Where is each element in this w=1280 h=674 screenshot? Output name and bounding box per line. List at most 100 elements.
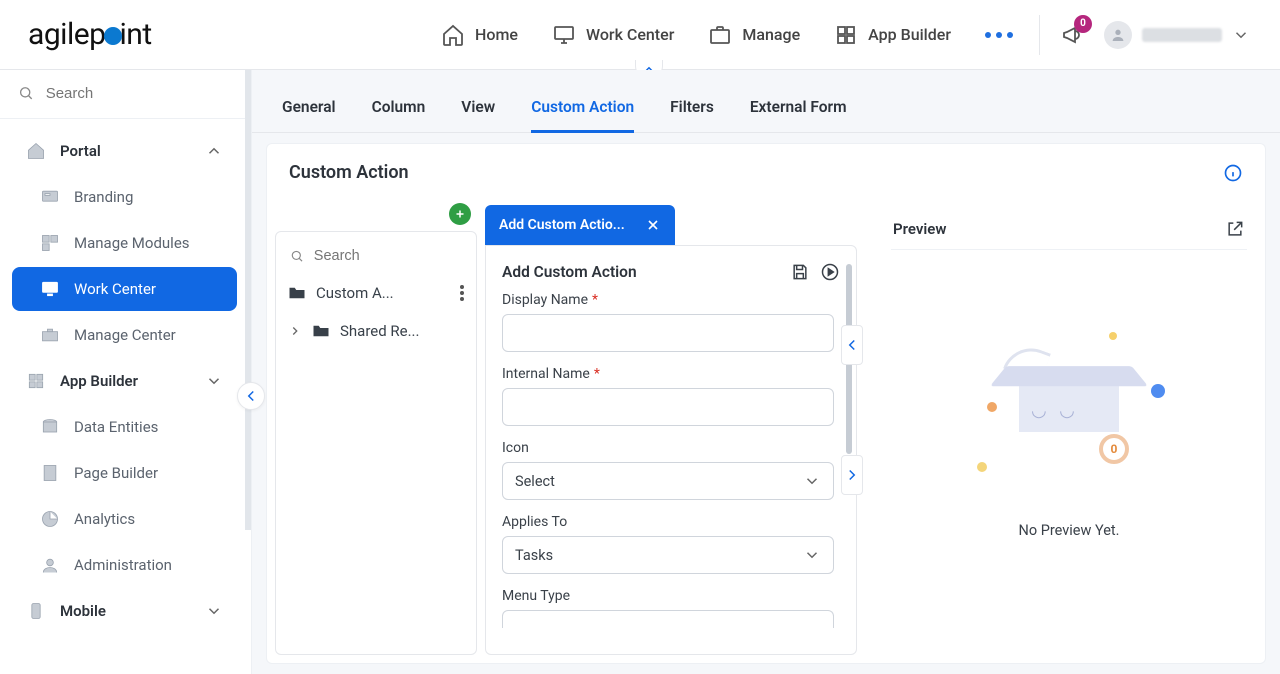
sidebar-search-input[interactable]: [46, 85, 233, 102]
user-name: [1142, 28, 1222, 42]
preview-panel: Preview ◡ ◡ 0 No Preview Yet.: [865, 205, 1257, 655]
sidebar-item-portal[interactable]: Portal: [12, 129, 237, 173]
sidebar-item-mobile[interactable]: Mobile: [12, 589, 237, 633]
display-name-input[interactable]: [502, 314, 834, 352]
tree-search-input[interactable]: [314, 248, 462, 264]
sidebar-item-label: Manage Center: [74, 326, 176, 344]
home-icon: [441, 23, 465, 47]
run-icon[interactable]: [820, 262, 840, 282]
plus-icon: [454, 208, 466, 220]
chevron-down-icon: [803, 472, 821, 490]
field-menu-type: Menu Type: [502, 588, 834, 628]
avatar: [1104, 21, 1132, 49]
sidebar-search[interactable]: [0, 70, 251, 119]
preview-empty-text: No Preview Yet.: [1019, 522, 1120, 539]
select-value: Select: [515, 473, 555, 490]
tab-external-form[interactable]: External Form: [750, 88, 847, 132]
sidebar-item-manage-modules[interactable]: Manage Modules: [12, 221, 237, 265]
top-nav: Home Work Center Manage App Builder: [441, 23, 1013, 47]
sidebar-item-label: Analytics: [74, 510, 135, 528]
sidebar-item-data-entities[interactable]: Data Entities: [12, 405, 237, 449]
chevron-down-icon: [1232, 26, 1250, 44]
tab-general[interactable]: General: [282, 88, 336, 132]
sidebar-scrollbar[interactable]: [245, 70, 251, 530]
field-icon: Icon Select: [502, 440, 834, 500]
tree-panel: Custom A... Shared Re...: [275, 205, 477, 655]
tree-node-custom-actions[interactable]: Custom A...: [284, 274, 468, 312]
field-label: Menu Type: [502, 588, 834, 604]
folder-icon: [312, 324, 330, 338]
nav-home-label: Home: [475, 25, 518, 44]
tab-custom-action[interactable]: Custom Action: [531, 88, 634, 133]
chevron-right-icon: [843, 466, 861, 484]
sidebar-item-administration[interactable]: Administration: [12, 543, 237, 587]
sidebar-item-label: Branding: [74, 188, 133, 206]
tree-node-shared-resources[interactable]: Shared Re...: [284, 312, 468, 350]
sidebar-item-manage-center[interactable]: Manage Center: [12, 313, 237, 357]
preview-body: ◡ ◡ 0 No Preview Yet.: [891, 250, 1247, 610]
tab-column[interactable]: Column: [372, 88, 426, 132]
sidebar-item-app-builder[interactable]: App Builder: [12, 359, 237, 403]
chevron-down-icon: [205, 372, 223, 390]
section-header: Custom Action: [266, 143, 1266, 197]
empty-illustration: ◡ ◡ 0: [959, 322, 1179, 502]
tab-filters[interactable]: Filters: [670, 88, 714, 132]
sidebar-item-page-builder[interactable]: Page Builder: [12, 451, 237, 495]
field-applies-to: Applies To Tasks: [502, 514, 834, 574]
save-icon[interactable]: [790, 262, 810, 282]
search-icon: [18, 84, 34, 102]
form-body: Display Name* Internal Name* Icon Select: [502, 292, 840, 628]
nav-app-builder[interactable]: App Builder: [834, 23, 951, 47]
chevron-right-icon: [288, 324, 302, 338]
icon-select[interactable]: Select: [502, 462, 834, 500]
search-icon: [290, 248, 304, 264]
menu-type-select[interactable]: [502, 610, 834, 628]
sidebar-item-work-center[interactable]: Work Center: [12, 267, 237, 311]
tab-view[interactable]: View: [461, 88, 495, 132]
notifications-button[interactable]: 0: [1060, 23, 1084, 47]
nav-manage[interactable]: Manage: [708, 23, 800, 47]
add-button[interactable]: [449, 203, 471, 225]
collapse-right-button[interactable]: [841, 455, 863, 495]
folder-icon: [288, 286, 306, 300]
tree-search[interactable]: [284, 242, 468, 274]
panel-handles: [841, 325, 863, 495]
home-outline-icon: [26, 141, 46, 161]
grid-icon: [26, 371, 46, 391]
nav-manage-label: Manage: [742, 25, 800, 44]
notification-badge: 0: [1074, 15, 1092, 33]
sidebar-item-branding[interactable]: Branding: [12, 175, 237, 219]
form-tab-label: Add Custom Actio...: [499, 217, 625, 233]
grid-icon: [834, 23, 858, 47]
monitor-icon: [552, 23, 576, 47]
logo-text-b: int: [120, 17, 152, 52]
empty-count-badge: 0: [1099, 434, 1129, 464]
sidebar-item-analytics[interactable]: Analytics: [12, 497, 237, 541]
field-display-name: Display Name*: [502, 292, 834, 352]
top-right: 0: [1039, 15, 1250, 55]
nav-work-center[interactable]: Work Center: [552, 23, 674, 47]
sidebar-item-label: Manage Modules: [74, 234, 190, 252]
sidebar-item-label: Work Center: [74, 280, 156, 298]
user-menu[interactable]: [1104, 21, 1250, 49]
form-panel: Add Custom Actio... Add Custom Action: [485, 205, 857, 655]
close-icon[interactable]: [645, 217, 661, 233]
tree-node-label: Shared Re...: [340, 322, 419, 340]
field-label: Display Name*: [502, 292, 834, 308]
collapse-left-button[interactable]: [841, 325, 863, 365]
mobile-icon: [26, 601, 46, 621]
preview-header: Preview: [891, 209, 1247, 250]
admin-icon: [40, 555, 60, 575]
info-icon[interactable]: [1223, 163, 1243, 183]
nav-work-center-label: Work Center: [586, 25, 674, 44]
sidebar-item-label: Data Entities: [74, 418, 158, 436]
nav-more[interactable]: [985, 32, 1013, 38]
open-external-icon[interactable]: [1225, 219, 1245, 239]
main: General Column View Custom Action Filter…: [252, 70, 1280, 674]
nav-home[interactable]: Home: [441, 23, 518, 47]
internal-name-input[interactable]: [502, 388, 834, 426]
kebab-icon[interactable]: [460, 285, 464, 301]
monitor-icon: [40, 279, 60, 299]
pie-chart-icon: [40, 509, 60, 529]
applies-to-select[interactable]: Tasks: [502, 536, 834, 574]
